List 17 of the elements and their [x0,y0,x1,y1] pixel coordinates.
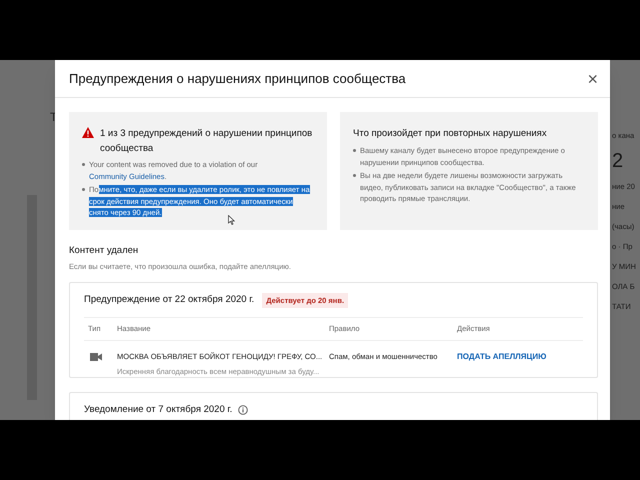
bullet-icon [82,163,85,166]
close-button[interactable]: × [587,70,598,88]
repeat-heading: Что произойдет при повторных нарушениях [353,127,548,141]
background-text: 2 [612,150,624,172]
warning-title: Предупреждение от 22 октября 2020 г. [84,293,254,307]
strike-heading: 1 из 3 предупреждений о нарушении принципов сообщества [100,127,314,156]
bullet-icon [353,174,356,177]
video-icon [90,352,102,361]
info-icon [238,405,248,416]
bullet-icon [82,188,85,191]
notice-title: Уведомление от 7 октября 2020 г. [84,403,232,418]
warning-icon [82,127,94,138]
bullet-icon [353,149,356,152]
appeal-button[interactable]: ПОДАТЬ АПЕЛЛЯЦИЮ [457,350,546,363]
dialog-title: Предупреждения о нарушениях принципов сообщества [69,70,406,88]
section-title: Контент удален [69,244,140,258]
cursor-icon [228,214,235,224]
